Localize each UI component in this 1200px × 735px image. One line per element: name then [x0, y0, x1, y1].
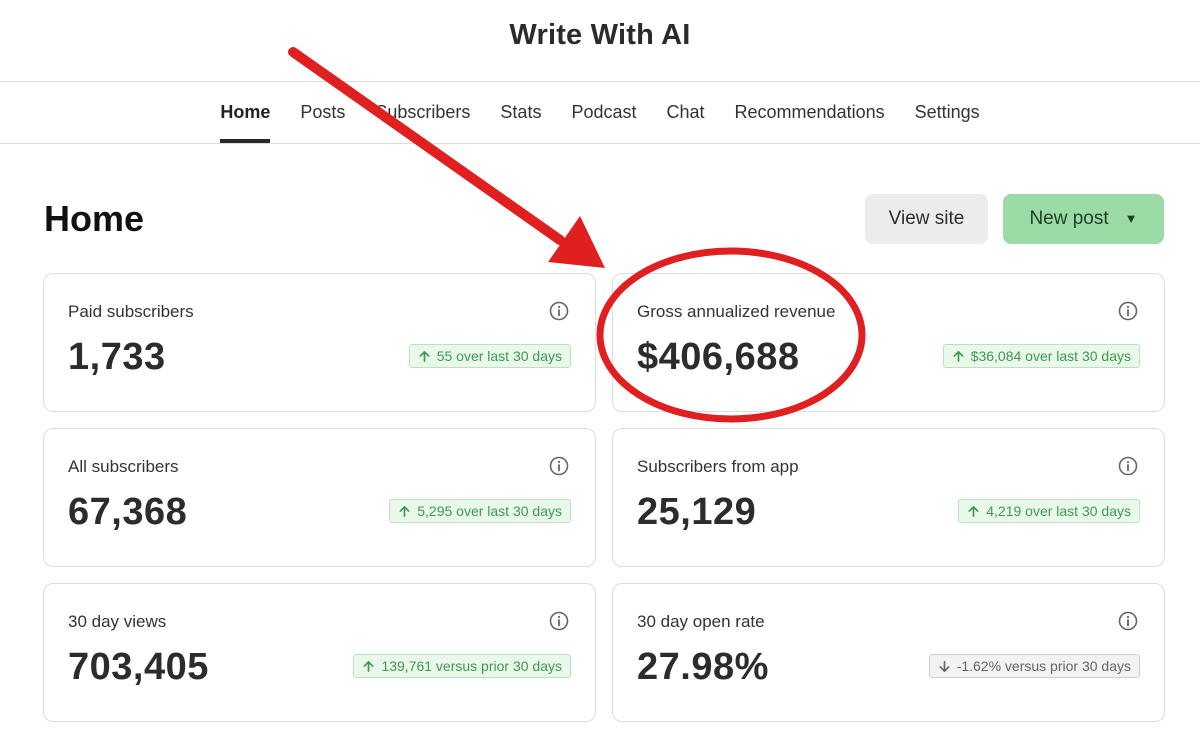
stat-label: All subscribers [68, 457, 179, 476]
stat-label: 30 day open rate [637, 612, 765, 631]
arrow-up-icon [363, 660, 374, 672]
info-icon[interactable] [1118, 611, 1138, 631]
stat-label: Paid subscribers [68, 302, 194, 321]
caret-down-icon: ▼ [1124, 210, 1138, 226]
stat-value: $406,688 [637, 336, 800, 378]
arrow-up-icon [953, 350, 964, 362]
trend-badge: 5,295 over last 30 days [389, 499, 571, 523]
trend-badge: $36,084 over last 30 days [942, 344, 1140, 368]
site-header: Write With AI [0, 0, 1200, 82]
arrow-up-icon [968, 505, 979, 517]
info-icon[interactable] [1118, 301, 1138, 321]
tab-podcast[interactable]: Podcast [556, 82, 651, 143]
trend-badge: 139,761 versus prior 30 days [353, 654, 571, 678]
stat-card-gross-annualized-revenue[interactable]: Gross annualized revenue $406,688 $36,08… [612, 273, 1165, 412]
info-icon[interactable] [549, 456, 569, 476]
trend-text: 4,219 over last 30 days [986, 503, 1131, 519]
trend-text: -1.62% versus prior 30 days [956, 658, 1131, 674]
trend-text: $36,084 over last 30 days [970, 348, 1131, 364]
stat-value: 1,733 [68, 336, 166, 378]
stat-card-30-day-views[interactable]: 30 day views 703,405 139,761 versus prio… [43, 583, 596, 722]
trend-badge: -1.62% versus prior 30 days [928, 654, 1140, 678]
trend-badge: 55 over last 30 days [408, 344, 571, 368]
trend-text: 139,761 versus prior 30 days [381, 658, 562, 674]
site-title[interactable]: Write With AI [509, 19, 690, 52]
arrow-down-icon [939, 660, 950, 672]
view-site-button[interactable]: View site [865, 194, 988, 244]
stat-label: 30 day views [68, 612, 167, 631]
stats-grid: Paid subscribers 1,733 55 over last 30 d… [43, 273, 1165, 722]
stat-value: 27.98% [637, 646, 769, 688]
arrow-up-icon [419, 350, 430, 362]
info-icon[interactable] [1118, 456, 1138, 476]
new-post-label: New post [1029, 208, 1109, 229]
tab-home[interactable]: Home [205, 82, 285, 143]
info-icon[interactable] [549, 301, 569, 321]
tab-posts[interactable]: Posts [285, 82, 360, 143]
stat-value: 25,129 [637, 491, 757, 533]
stat-value: 67,368 [68, 491, 188, 533]
page-actions: View site New post ▼ [865, 194, 1164, 244]
stat-card-30-day-open-rate[interactable]: 30 day open rate 27.98% -1.62% versus pr… [612, 583, 1165, 722]
page-title: Home [44, 198, 145, 239]
tab-chat[interactable]: Chat [652, 82, 720, 143]
stat-card-subscribers-from-app[interactable]: Subscribers from app 25,129 4,219 over l… [612, 428, 1165, 567]
stat-label: Gross annualized revenue [637, 302, 836, 321]
stat-card-paid-subscribers[interactable]: Paid subscribers 1,733 55 over last 30 d… [43, 273, 596, 412]
new-post-button[interactable]: New post ▼ [1003, 194, 1164, 244]
stat-card-all-subscribers[interactable]: All subscribers 67,368 5,295 over last 3… [43, 428, 596, 567]
tab-recommendations[interactable]: Recommendations [720, 82, 900, 143]
stat-value: 703,405 [68, 646, 209, 688]
main-nav: Home Posts Subscribers Stats Podcast Cha… [0, 82, 1200, 144]
trend-badge: 4,219 over last 30 days [958, 499, 1140, 523]
trend-text: 55 over last 30 days [436, 348, 562, 364]
tab-settings[interactable]: Settings [900, 82, 995, 143]
stat-label: Subscribers from app [637, 457, 799, 476]
tab-stats[interactable]: Stats [485, 82, 556, 143]
info-icon[interactable] [549, 611, 569, 631]
arrow-up-icon [399, 505, 410, 517]
page-header: Home View site New post ▼ [44, 193, 1164, 245]
trend-text: 5,295 over last 30 days [417, 503, 562, 519]
tab-subscribers[interactable]: Subscribers [360, 82, 485, 143]
